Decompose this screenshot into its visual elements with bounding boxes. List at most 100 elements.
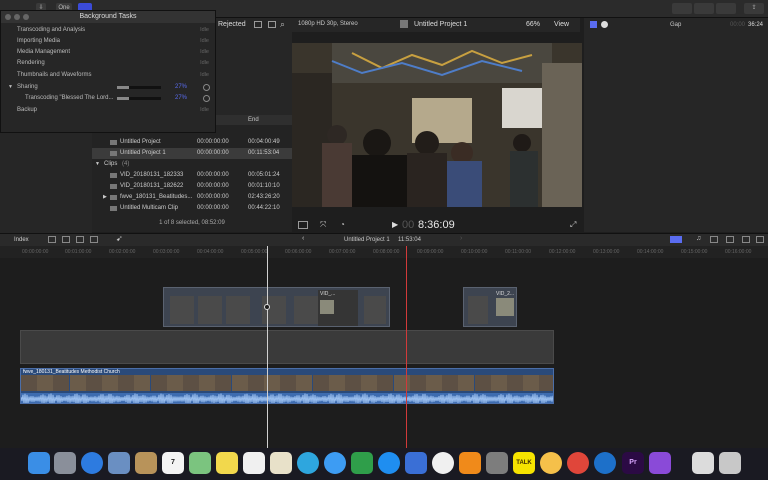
insert-clip-icon[interactable] [62, 236, 70, 243]
filmstrip-frame [166, 375, 183, 391]
effects-browser-icon[interactable] [742, 236, 750, 243]
audio-skimming-icon[interactable] [670, 236, 682, 243]
telegram-icon[interactable] [297, 452, 319, 474]
timecode-display[interactable]: 8:36:09 [418, 219, 455, 231]
video-inspector-icon[interactable] [590, 21, 597, 28]
keynote-icon[interactable] [405, 452, 427, 474]
index-button[interactable]: Index [14, 237, 29, 243]
maps-icon[interactable] [189, 452, 211, 474]
finder-icon[interactable] [28, 452, 50, 474]
connect-clip-icon[interactable] [48, 236, 56, 243]
clip-frame [468, 296, 488, 324]
appstore-icon[interactable] [378, 452, 400, 474]
overwrite-clip-icon[interactable] [90, 236, 98, 243]
filmstrip-view-icon[interactable] [254, 21, 262, 28]
textedit-icon[interactable] [270, 452, 292, 474]
trash-icon[interactable] [719, 452, 741, 474]
clip-segment[interactable]: VID_... [318, 290, 358, 326]
timeline-ruler[interactable]: 00:00:00:00 00:01:00:00 00:02:00:00 00:0… [0, 246, 768, 258]
layout-inspector-icon[interactable] [716, 3, 736, 14]
task-status: Idle [200, 60, 209, 66]
notes-icon[interactable] [135, 452, 157, 474]
primary-storyline-clip[interactable]: fwve_180131_Beatitudes Methodist Church [20, 368, 554, 404]
share-icon[interactable]: ⇪ [744, 3, 764, 14]
launchpad-icon[interactable] [54, 452, 76, 474]
messages-icon[interactable] [324, 452, 346, 474]
reminders-icon[interactable] [243, 452, 265, 474]
list-item[interactable]: Untitled Multicam Clip 00:00:00:00 00:44… [92, 203, 292, 214]
column-end[interactable]: End [248, 117, 259, 123]
transitions-browser-icon[interactable] [756, 236, 764, 243]
ruler-tick: 00:01:00:00 [65, 249, 92, 255]
select-tool-icon[interactable]: ➹ [116, 234, 123, 243]
cancel-task-icon[interactable] [203, 95, 210, 102]
disclosure-triangle-icon[interactable]: ▼ [8, 82, 13, 93]
numbers-icon[interactable] [351, 452, 373, 474]
chrome-icon[interactable] [567, 452, 589, 474]
disclosure-triangle-icon[interactable]: ▶ [103, 192, 107, 203]
disclosure-triangle-icon[interactable]: ▼ [95, 159, 100, 170]
zoom-icon[interactable] [23, 14, 29, 20]
safari-icon[interactable] [81, 452, 103, 474]
ruler-tick: 00:03:00:00 [153, 249, 180, 255]
headphones-icon[interactable]: ♫ [696, 235, 701, 242]
filmstrip-frame [150, 375, 167, 391]
zoom-menu[interactable]: 66% [526, 21, 540, 28]
crop-icon[interactable]: ⤧ [320, 220, 326, 230]
filter-menu[interactable]: Rejected [218, 21, 246, 28]
preview-icon[interactable] [108, 452, 130, 474]
connected-clip[interactable]: VID_2... [463, 287, 517, 327]
stickies-icon[interactable] [216, 452, 238, 474]
clip-appearance-icon[interactable] [726, 236, 734, 243]
play-icon[interactable]: ▶ [392, 220, 398, 229]
task-row-sharing[interactable]: ▼ Sharing 27% [1, 82, 215, 93]
list-view-icon[interactable] [268, 21, 276, 28]
filmstrip-frame [215, 375, 232, 391]
premiere-icon[interactable]: Pr [622, 452, 644, 474]
speed-icon[interactable]: ◔ [340, 220, 345, 229]
list-group-clips[interactable]: ▼ Clips (4) [92, 159, 292, 170]
ruler-tick: 00:12:00:00 [549, 249, 576, 255]
browser-header: Rejected ⌕ [216, 18, 292, 32]
close-icon[interactable] [5, 14, 11, 20]
list-item-selected[interactable]: Untitled Project 1 00:00:00:00 00:11:53:… [92, 148, 292, 159]
kakaotalk-icon[interactable]: TALK [513, 452, 535, 474]
layout-browser-icon[interactable] [672, 3, 692, 14]
finalcut-icon[interactable] [649, 452, 671, 474]
playhead-handle[interactable] [264, 304, 270, 310]
fullscreen-icon[interactable]: ⤢ [570, 220, 576, 230]
calendar-icon[interactable]: 7 [162, 452, 184, 474]
transform-icon[interactable] [298, 221, 308, 229]
systemprefs-icon[interactable] [486, 452, 508, 474]
music-icon[interactable] [432, 452, 454, 474]
list-item[interactable]: Untitled Project 00:00:00:00 00:04:00:49 [92, 137, 292, 148]
snapping-icon[interactable] [710, 236, 718, 243]
document-icon[interactable] [692, 452, 714, 474]
list-item[interactable]: ▶ fwve_180131_Beatitudes... 00:00:00:00 … [92, 192, 292, 203]
connected-clip[interactable]: VID_... [163, 287, 390, 327]
item-start: 00:00:00:00 [197, 150, 229, 156]
info-icon[interactable] [601, 21, 608, 28]
gap-clip[interactable] [20, 330, 554, 364]
teamviewer-icon[interactable] [594, 452, 616, 474]
filmstrip-frame [247, 375, 264, 391]
minimize-icon[interactable] [14, 14, 20, 20]
list-item[interactable]: VID_20180131_182333 00:00:00:00 00:05:01… [92, 170, 292, 181]
list-item[interactable]: VID_20180131_182622 00:00:00:00 00:01:10… [92, 181, 292, 192]
playhead[interactable] [264, 246, 270, 448]
item-duration: 00:11:53:04 [248, 150, 280, 156]
books-icon[interactable] [459, 452, 481, 474]
photos-icon[interactable] [540, 452, 562, 474]
ruler-tick: 00:11:00:00 [505, 249, 532, 255]
task-status: Idle [200, 27, 209, 33]
append-clip-icon[interactable] [76, 236, 84, 243]
view-menu[interactable]: View [554, 21, 569, 28]
back-arrow-icon[interactable]: ‹ [302, 235, 304, 242]
forward-arrow-icon[interactable]: › [460, 235, 462, 242]
item-start: 00:00:00:00 [197, 172, 229, 178]
transcoding-progress-bar [117, 97, 161, 100]
cancel-task-icon[interactable] [203, 84, 210, 91]
layout-timeline-icon[interactable] [694, 3, 714, 14]
filmstrip-frame [183, 375, 199, 391]
search-icon[interactable]: ⌕ [280, 19, 285, 30]
